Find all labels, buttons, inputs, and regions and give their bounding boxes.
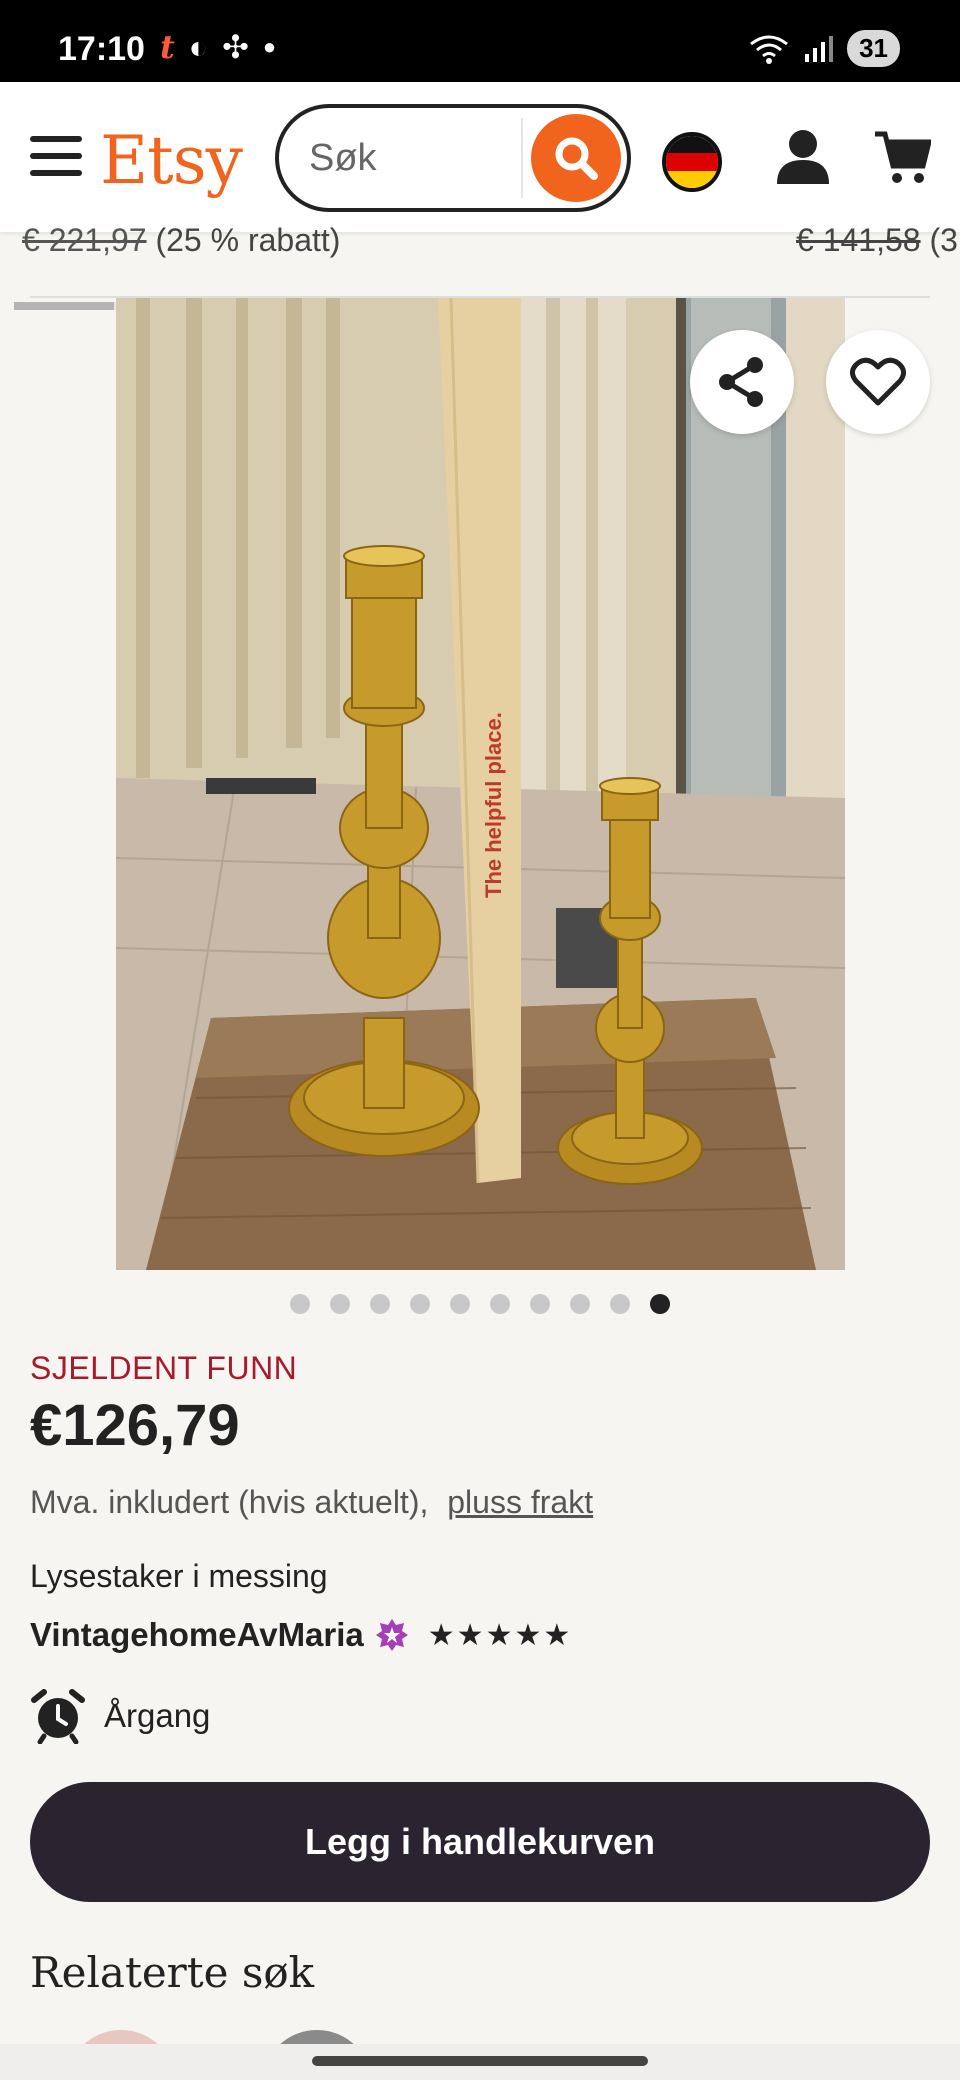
previous-listing-strip: € 221,97 (25 % rabatt) € 141,58 (3: [0, 222, 960, 262]
image-carousel-dots: [290, 1294, 670, 1314]
wifi-icon: [750, 35, 788, 64]
system-icons: 31: [749, 30, 900, 67]
carousel-dot[interactable]: [490, 1294, 510, 1314]
carousel-dot[interactable]: [370, 1294, 390, 1314]
carousel-dot-active[interactable]: [650, 1294, 670, 1314]
half-moon-icon: ◐: [188, 28, 209, 65]
vintage-info: Årgang: [30, 1688, 210, 1744]
strip-right-old-price: € 141,58: [796, 222, 921, 258]
search-button[interactable]: [531, 114, 621, 202]
product-image[interactable]: The helpful place.: [116, 298, 845, 1270]
star-seller-badge-icon: [375, 1619, 408, 1651]
heart-icon: [850, 357, 906, 406]
rating-stars[interactable]: ★★★★★: [428, 1618, 572, 1653]
dot-icon: ●: [262, 34, 277, 59]
cart-icon[interactable]: [873, 128, 931, 186]
favorite-button[interactable]: [826, 330, 930, 434]
svg-text:The helpful place.: The helpful place.: [481, 712, 506, 898]
tumblr-icon: t: [160, 28, 175, 66]
search-icon: [555, 137, 598, 180]
strip-left-price: € 221,97 (25 % rabatt): [22, 222, 340, 259]
etsy-logo[interactable]: Etsy: [100, 122, 243, 199]
hamburger-menu-icon[interactable]: [30, 136, 82, 176]
user-icon[interactable]: [775, 128, 831, 186]
fan-icon: ✣: [222, 29, 249, 65]
product-price: €126,79: [30, 1393, 240, 1458]
search-input[interactable]: [309, 130, 509, 186]
brass-candlesticks-photo: The helpful place.: [116, 298, 845, 1270]
germany-flag-icon[interactable]: [662, 132, 722, 192]
alarm-clock-icon: [31, 1689, 85, 1744]
vintage-label: Årgang: [104, 1697, 211, 1734]
site-header: Etsy: [0, 82, 960, 232]
related-searches-heading: Relaterte søk: [30, 1948, 315, 1997]
status-bar: 17:10 t ◐ ✣ ● 31: [0, 0, 960, 82]
search-bar: [275, 104, 631, 212]
carousel-dot[interactable]: [330, 1294, 350, 1314]
share-button[interactable]: [690, 330, 794, 434]
shop-info: VintagehomeAvMaria ★★★★★: [30, 1616, 572, 1654]
signal-icon: [805, 35, 834, 62]
home-indicator[interactable]: [312, 2056, 648, 2066]
shop-name-link[interactable]: VintagehomeAvMaria: [30, 1616, 364, 1654]
strip-left-discount: (25 % rabatt): [155, 222, 341, 258]
search-divider: [521, 118, 523, 198]
carousel-dot[interactable]: [410, 1294, 430, 1314]
vat-text: Mva. inkludert (hvis aktuelt),: [30, 1484, 429, 1520]
carousel-dot[interactable]: [570, 1294, 590, 1314]
add-to-cart-button[interactable]: Legg i handlekurven: [30, 1782, 930, 1902]
vat-info: Mva. inkludert (hvis aktuelt), pluss fra…: [30, 1484, 593, 1521]
carousel-dot[interactable]: [290, 1294, 310, 1314]
strip-right-suffix: (3: [929, 222, 958, 258]
shipping-link[interactable]: pluss frakt: [447, 1484, 593, 1520]
rare-find-badge: SJELDENT FUNN: [30, 1350, 298, 1386]
strip-right-price: € 141,58 (3: [796, 222, 958, 259]
battery-indicator: 31: [847, 30, 900, 67]
notification-icons: t ◐ ✣ ●: [160, 28, 276, 66]
carousel-dot[interactable]: [610, 1294, 630, 1314]
strip-left-old-price: € 221,97: [22, 222, 147, 258]
status-time: 17:10: [58, 30, 145, 68]
product-title: Lysestaker i messing: [30, 1558, 328, 1594]
share-icon: [719, 357, 763, 407]
carousel-dot[interactable]: [530, 1294, 550, 1314]
carousel-dot[interactable]: [450, 1294, 470, 1314]
